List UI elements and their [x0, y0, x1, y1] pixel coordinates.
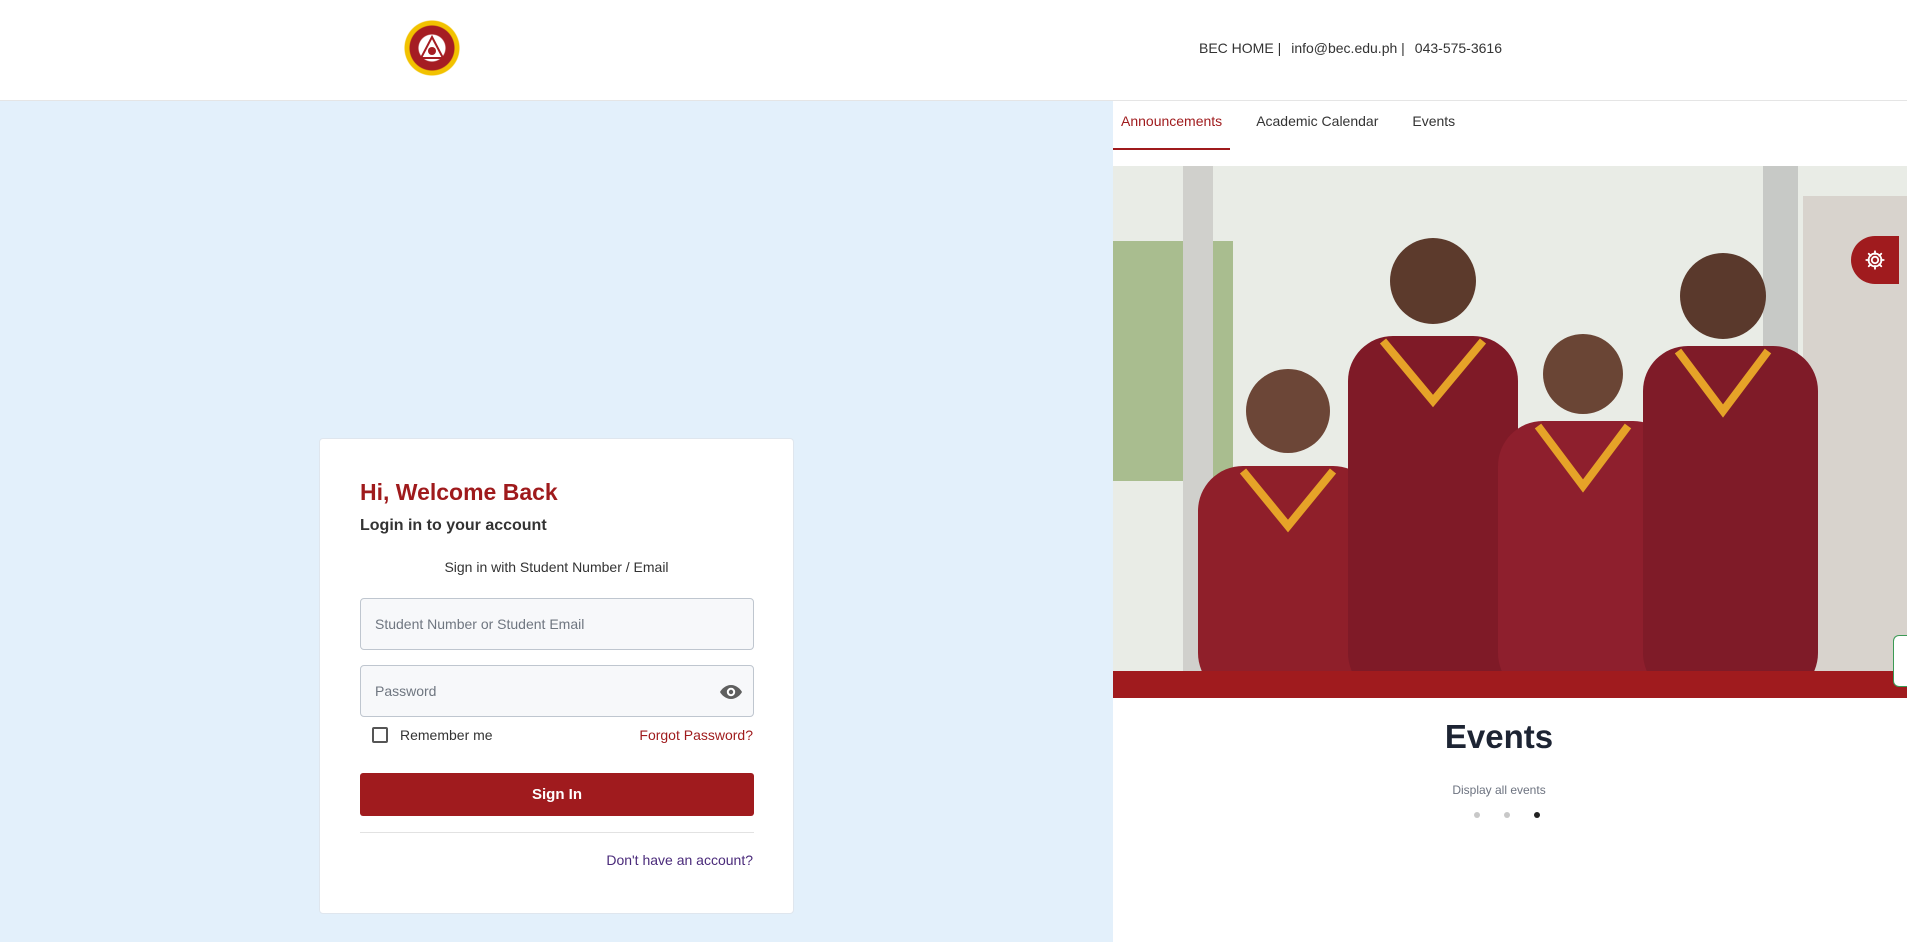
eye-icon[interactable] [719, 680, 743, 704]
carousel-dots [1474, 812, 1540, 818]
announcements-panel: Announcements Academic Calendar Events E… [1113, 101, 1907, 942]
carousel-dot[interactable] [1504, 812, 1510, 818]
announcement-tabs: Announcements Academic Calendar Events [1113, 101, 1481, 150]
username-input[interactable] [361, 599, 753, 649]
remember-me-control[interactable]: Remember me [372, 727, 493, 743]
home-link[interactable]: BEC HOME | [1199, 40, 1281, 56]
college-logo[interactable] [403, 19, 461, 77]
tab-announcements[interactable]: Announcements [1113, 101, 1231, 150]
carousel-dot-active[interactable] [1534, 812, 1540, 818]
display-all-events-link[interactable]: Display all events [1113, 783, 1885, 797]
email-link[interactable]: info@bec.edu.ph | [1291, 40, 1405, 56]
username-field[interactable] [360, 598, 754, 650]
register-link[interactable]: Don't have an account? [606, 852, 753, 868]
password-field[interactable] [360, 665, 754, 717]
signin-method-label: Sign in with Student Number / Email [444, 559, 669, 575]
forgot-password-link[interactable]: Forgot Password? [639, 727, 753, 743]
gear-icon [1865, 250, 1885, 270]
events-heading: Events [1444, 718, 1554, 755]
remember-me-checkbox[interactable] [372, 727, 388, 743]
phone-link[interactable]: 043-575-3616 [1415, 40, 1502, 56]
remember-me-label: Remember me [400, 727, 493, 743]
password-input[interactable] [361, 666, 753, 716]
tab-academic-calendar[interactable]: Academic Calendar [1248, 101, 1386, 148]
sign-in-button[interactable]: Sign In [360, 773, 754, 816]
side-widget-tab[interactable] [1893, 635, 1907, 687]
card-divider [360, 832, 754, 833]
welcome-heading: Hi, Welcome Back [360, 479, 558, 505]
logo-emblem-icon [419, 34, 445, 59]
login-card: Hi, Welcome Back Login in to your accoun… [319, 438, 794, 914]
top-header: BEC HOME | info@bec.edu.ph | 043-575-361… [0, 0, 1907, 101]
tab-events[interactable]: Events [1404, 101, 1463, 148]
login-panel-background: Hi, Welcome Back Login in to your accoun… [0, 101, 1113, 942]
students-photo-illustration [1113, 166, 1907, 698]
settings-button[interactable] [1851, 236, 1899, 284]
login-subheading: Login in to your account [360, 517, 547, 534]
carousel-dot[interactable] [1474, 812, 1480, 818]
contact-links: BEC HOME | info@bec.edu.ph | 043-575-361… [1199, 40, 1502, 56]
students-photo [1113, 166, 1907, 698]
